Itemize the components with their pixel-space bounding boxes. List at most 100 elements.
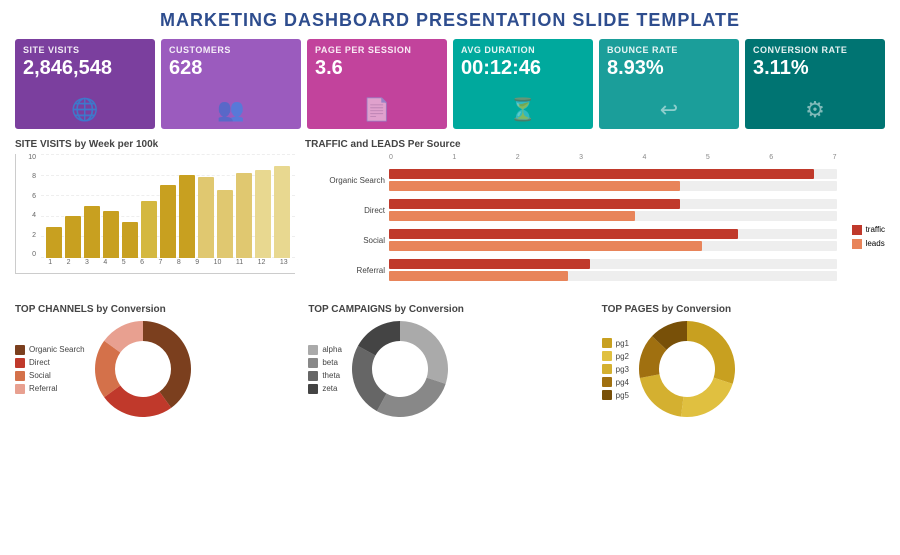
- donut-svg: [637, 319, 737, 419]
- kpi-icon: ⏳: [509, 97, 536, 123]
- legend-color-box: [852, 239, 862, 249]
- dashboard-page: MARKETING DASHBOARD PRESENTATION SLIDE T…: [0, 0, 900, 555]
- x-label: 9: [195, 259, 199, 273]
- legend-label: Referral: [29, 384, 57, 393]
- legend-color: [308, 345, 318, 355]
- kpi-label: PAGE PER SESSION: [315, 45, 439, 55]
- legend-color-box: [852, 225, 862, 235]
- h-bar-leads-track: [389, 211, 837, 221]
- legend-color: [15, 358, 25, 368]
- donut-legend-item: pg4: [602, 377, 629, 387]
- y-label: 8: [16, 173, 38, 180]
- x-label: 1: [48, 259, 52, 273]
- donut-container: pg1 pg2 pg3 pg4 pg5: [602, 319, 885, 419]
- kpi-card-conversion-rate: CONVERSION RATE 3.11% ⚙: [745, 39, 885, 129]
- traffic-legend-item: traffic: [852, 225, 885, 235]
- legend-label: traffic: [866, 225, 885, 234]
- legend-color: [308, 371, 318, 381]
- legend-color: [602, 390, 612, 400]
- h-axis-label: 0: [389, 154, 393, 161]
- y-label: 2: [16, 232, 38, 239]
- x-label: 2: [67, 259, 71, 273]
- kpi-value: 2,846,548: [23, 57, 147, 79]
- donut-title: TOP CHANNELS by Conversion: [15, 304, 298, 315]
- h-bar-wrap: [389, 259, 837, 281]
- h-bar-axis: 01234567: [389, 154, 837, 161]
- bar: [65, 216, 81, 258]
- y-label: 4: [16, 212, 38, 219]
- h-bar-leads-fill: [389, 211, 635, 221]
- h-axis-label: 5: [706, 154, 710, 161]
- donut-legend-item: pg2: [602, 351, 629, 361]
- h-bar-traffic-track: [389, 229, 837, 239]
- charts-row: SITE VISITS by Week per 100k 0246810 123…: [15, 139, 885, 294]
- legend-label: pg1: [616, 339, 629, 348]
- kpi-value: 3.6: [315, 57, 439, 79]
- donut-legend-item: Direct: [15, 358, 85, 368]
- h-bar-traffic-track: [389, 199, 837, 209]
- y-label: 10: [16, 154, 38, 161]
- traffic-legend-section: traffic leads: [847, 139, 885, 294]
- h-bar-leads-fill: [389, 241, 702, 251]
- kpi-card-avg-duration: AVG DURATION 00:12:46 ⏳: [453, 39, 593, 129]
- bar: [141, 201, 157, 258]
- bottom-row: TOP CHANNELS by Conversion Organic Searc…: [15, 304, 885, 419]
- legend-label: theta: [322, 371, 340, 380]
- donut-legend-item: pg1: [602, 338, 629, 348]
- legend-color: [308, 384, 318, 394]
- page-title: MARKETING DASHBOARD PRESENTATION SLIDE T…: [15, 10, 885, 31]
- legend-label: Direct: [29, 358, 50, 367]
- h-bar-leads-track: [389, 181, 837, 191]
- donut-section-top-channels: TOP CHANNELS by Conversion Organic Searc…: [15, 304, 298, 419]
- h-bar-traffic-track: [389, 169, 837, 179]
- legend-label: pg5: [616, 391, 629, 400]
- h-axis-label: 4: [643, 154, 647, 161]
- donut-title: TOP CAMPAIGNS by Conversion: [308, 304, 591, 315]
- bar-chart-bars: [41, 154, 295, 258]
- x-label: 11: [236, 259, 243, 273]
- kpi-card-customers: CUSTOMERS 628 👥: [161, 39, 301, 129]
- h-bar-leads-fill: [389, 271, 568, 281]
- x-label: 10: [214, 259, 222, 273]
- bar: [274, 166, 290, 258]
- h-bar-label: Referral: [305, 266, 385, 275]
- legend-color: [308, 358, 318, 368]
- y-label: 6: [16, 193, 38, 200]
- legend-color: [602, 377, 612, 387]
- kpi-icon: ↩: [660, 97, 678, 123]
- donut-legend-item: beta: [308, 358, 342, 368]
- donut-svg: [93, 319, 193, 419]
- x-label: 7: [158, 259, 162, 273]
- bar: [255, 170, 271, 258]
- y-axis-labels: 0246810: [16, 154, 38, 258]
- h-bar-traffic-fill: [389, 169, 814, 179]
- h-axis-label: 6: [769, 154, 773, 161]
- kpi-value: 00:12:46: [461, 57, 585, 79]
- bar: [103, 211, 119, 258]
- legend-color: [15, 384, 25, 394]
- h-axis-label: 1: [452, 154, 456, 161]
- legend-label: zeta: [322, 384, 337, 393]
- h-bar-row: Referral: [305, 259, 837, 281]
- h-bar-leads-track: [389, 241, 837, 251]
- h-bar-wrap: [389, 229, 837, 251]
- legend-color: [15, 345, 25, 355]
- x-label: 3: [85, 259, 89, 273]
- legend-label: pg2: [616, 352, 629, 361]
- donut-container: alpha beta theta zeta: [308, 319, 591, 419]
- legend-color: [15, 371, 25, 381]
- donut-legend-item: alpha: [308, 345, 342, 355]
- bar: [160, 185, 176, 258]
- x-label: 13: [280, 259, 288, 273]
- legend-color: [602, 351, 612, 361]
- kpi-row: SITE VISITS 2,846,548 🌐 CUSTOMERS 628 👥 …: [15, 39, 885, 129]
- donut-legend-item: Organic Search: [15, 345, 85, 355]
- bar: [84, 206, 100, 258]
- kpi-icon: ⚙: [805, 97, 825, 123]
- kpi-card-bounce-rate: BOUNCE RATE 8.93% ↩: [599, 39, 739, 129]
- donut-legend: pg1 pg2 pg3 pg4 pg5: [602, 338, 629, 400]
- donut-legend: Organic Search Direct Social Referral: [15, 345, 85, 394]
- donut-legend: alpha beta theta zeta: [308, 345, 342, 394]
- h-bar-label: Organic Search: [305, 176, 385, 185]
- donut-section-top-pages: TOP PAGES by Conversion pg1 pg2 pg3 pg4 …: [602, 304, 885, 419]
